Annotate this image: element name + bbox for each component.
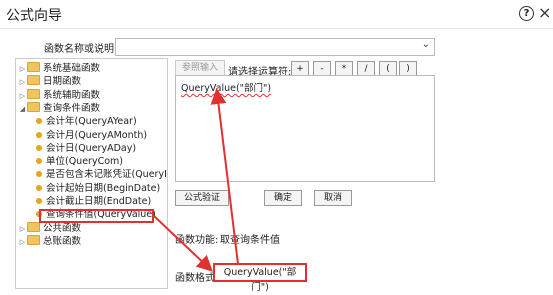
arrow-to-editor bbox=[210, 88, 239, 265]
arrow-to-format bbox=[153, 215, 213, 272]
annotation-arrows bbox=[153, 88, 239, 272]
